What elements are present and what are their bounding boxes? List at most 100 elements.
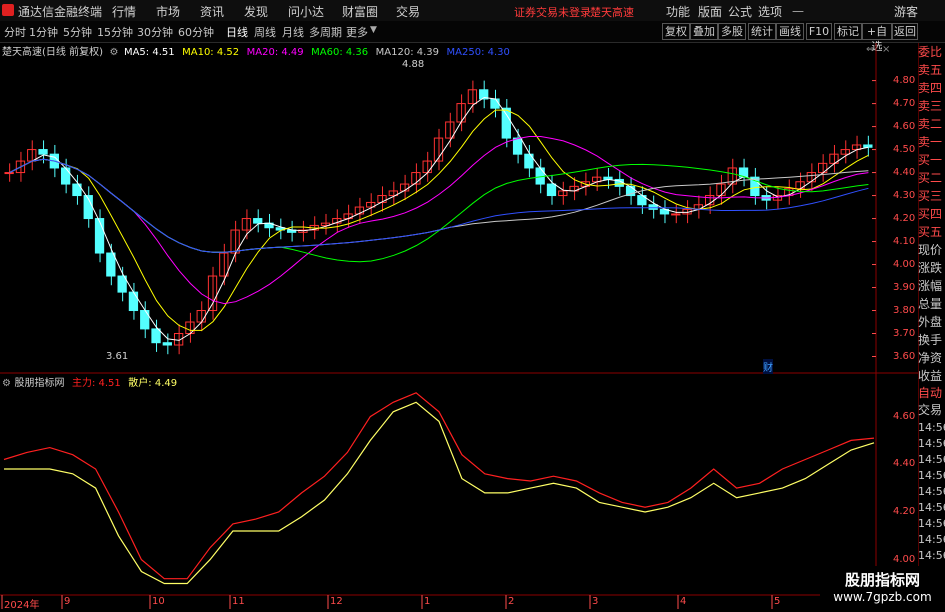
side-item[interactable]: 涨幅 xyxy=(918,278,945,295)
adjust-button[interactable]: 复权 xyxy=(662,23,690,40)
indicator-tick: 4.40 xyxy=(893,458,916,470)
draw-line-button[interactable]: 画线 xyxy=(776,23,804,40)
price-tick: 3.70 xyxy=(893,327,916,339)
side-item[interactable]: 总量 xyxy=(918,296,945,313)
tick-time: 14:56 xyxy=(918,485,945,498)
candle-body xyxy=(535,167,545,185)
kline-chart[interactable] xyxy=(0,43,918,609)
side-lower-item[interactable]: 交易 xyxy=(918,402,945,419)
tick-time: 14:56 xyxy=(918,469,945,482)
tab-5min[interactable]: 5分钟 xyxy=(63,24,92,40)
side-lower-item[interactable]: 自动 xyxy=(918,385,945,402)
tick-time: 14:56 xyxy=(918,549,945,562)
more-chevron-icon[interactable]: ▼ xyxy=(370,25,377,35)
tick-time: 14:56 xyxy=(918,517,945,530)
watermark-url: www.7gpzb.com xyxy=(833,590,932,604)
time-tick: 3 xyxy=(592,596,599,607)
price-tick: 4.70 xyxy=(893,97,916,109)
indicator-settings-icon[interactable]: ⚙ xyxy=(2,378,11,389)
f10-button[interactable]: F10 xyxy=(806,23,832,40)
side-item[interactable]: 卖一 xyxy=(918,134,945,151)
candle-body xyxy=(38,149,48,155)
tick-time: 14:56 xyxy=(918,421,945,434)
menu-ask[interactable]: 问小达 xyxy=(288,3,324,20)
candle-body xyxy=(648,204,658,210)
back-button[interactable]: 返回 xyxy=(892,23,918,40)
indicator-tick: 4.60 xyxy=(893,410,916,422)
tab-30min[interactable]: 30分钟 xyxy=(137,24,173,40)
menu-layout[interactable]: 版面 xyxy=(698,3,722,20)
candle-body xyxy=(253,218,263,224)
side-item[interactable]: 卖五 xyxy=(918,62,945,79)
tab-intraday[interactable]: 分时 xyxy=(4,24,26,40)
menu-wealth-circle[interactable]: 财富圈 xyxy=(342,3,378,20)
statistics-button[interactable]: 统计 xyxy=(748,23,776,40)
retail-label: 散户: 4.49 xyxy=(128,378,178,389)
candle-body xyxy=(671,213,681,216)
minimize-icon[interactable]: — xyxy=(792,4,804,18)
side-item[interactable]: 涨跌 xyxy=(918,260,945,277)
price-tick: 3.90 xyxy=(893,281,916,293)
side-item[interactable]: 买二 xyxy=(918,170,945,187)
tab-multi-period[interactable]: 多周期 xyxy=(309,24,342,40)
menu-market[interactable]: 行情 xyxy=(112,3,136,20)
add-favorite-button[interactable]: +自选 xyxy=(862,23,892,53)
price-tick: 4.80 xyxy=(893,74,916,86)
side-item[interactable]: 委比 xyxy=(918,44,945,61)
menu-trade[interactable]: 交易 xyxy=(396,3,420,20)
price-tick: 4.10 xyxy=(893,235,916,247)
indicator-legend: ⚙ 股朋指标网 主力: 4.51 散户: 4.49 xyxy=(2,374,177,389)
tab-daily[interactable]: 日线 xyxy=(226,24,248,40)
menu-bar: 通达信金融终端 行情 市场 资讯 发现 问小达 财富圈 交易 证券交易未登录 楚… xyxy=(0,0,945,22)
side-item[interactable]: 买五 xyxy=(918,224,945,241)
menu-market-list[interactable]: 市场 xyxy=(156,3,180,20)
side-item[interactable]: 买一 xyxy=(918,152,945,169)
time-tick: 4 xyxy=(680,596,687,607)
financial-report-marker[interactable]: 财 xyxy=(763,359,773,374)
candle-body xyxy=(546,183,557,197)
candle-body xyxy=(151,328,161,344)
menu-formula[interactable]: 公式 xyxy=(728,3,752,20)
candle-body xyxy=(162,342,172,346)
side-item[interactable]: 换手 xyxy=(918,332,945,349)
side-item[interactable]: 买三 xyxy=(918,188,945,205)
price-tick: 4.40 xyxy=(893,166,916,178)
login-status[interactable]: 证券交易未登录 xyxy=(514,4,591,20)
tick-time: 14:56 xyxy=(918,437,945,450)
time-tick: 1 xyxy=(424,596,431,607)
side-item[interactable]: 现价 xyxy=(918,242,945,259)
tab-monthly[interactable]: 月线 xyxy=(282,24,304,40)
side-item[interactable]: 卖四 xyxy=(918,80,945,97)
indicator-name: 股朋指标网 xyxy=(14,378,65,389)
side-item[interactable]: 收益 xyxy=(918,368,945,385)
candle-body xyxy=(4,172,14,175)
menu-discover[interactable]: 发现 xyxy=(244,3,268,20)
time-tick: 9 xyxy=(64,596,71,607)
mark-button[interactable]: 标记 xyxy=(834,23,862,40)
watermark: 股朋指标网 www.7gpzb.com xyxy=(820,566,945,609)
time-tick: 12 xyxy=(330,596,343,607)
price-tick: 4.50 xyxy=(893,143,916,155)
menu-function[interactable]: 功能 xyxy=(666,3,690,20)
side-item[interactable]: 买四 xyxy=(918,206,945,223)
low-price-mark: 3.61 xyxy=(106,351,129,362)
multi-stock-button[interactable]: 多股 xyxy=(718,23,746,40)
watermark-title: 股朋指标网 xyxy=(844,571,920,589)
price-tick: 4.20 xyxy=(893,212,916,224)
menu-news[interactable]: 资讯 xyxy=(200,3,224,20)
side-item[interactable]: 卖二 xyxy=(918,116,945,133)
price-tick: 4.30 xyxy=(893,189,916,201)
side-item[interactable]: 卖三 xyxy=(918,98,945,115)
side-item[interactable]: 净资 xyxy=(918,350,945,367)
app-logo-icon xyxy=(2,4,14,16)
tab-1min[interactable]: 1分钟 xyxy=(29,24,58,40)
side-item[interactable]: 外盘 xyxy=(918,314,945,331)
menu-options[interactable]: 选项 xyxy=(758,3,782,20)
candle-body xyxy=(106,252,116,277)
tab-60min[interactable]: 60分钟 xyxy=(178,24,214,40)
tab-15min[interactable]: 15分钟 xyxy=(97,24,133,40)
tab-more[interactable]: 更多 xyxy=(346,24,368,40)
tab-weekly[interactable]: 周线 xyxy=(254,24,276,40)
overlay-button[interactable]: 叠加 xyxy=(690,23,718,40)
guest-user[interactable]: 游客 xyxy=(894,3,918,20)
